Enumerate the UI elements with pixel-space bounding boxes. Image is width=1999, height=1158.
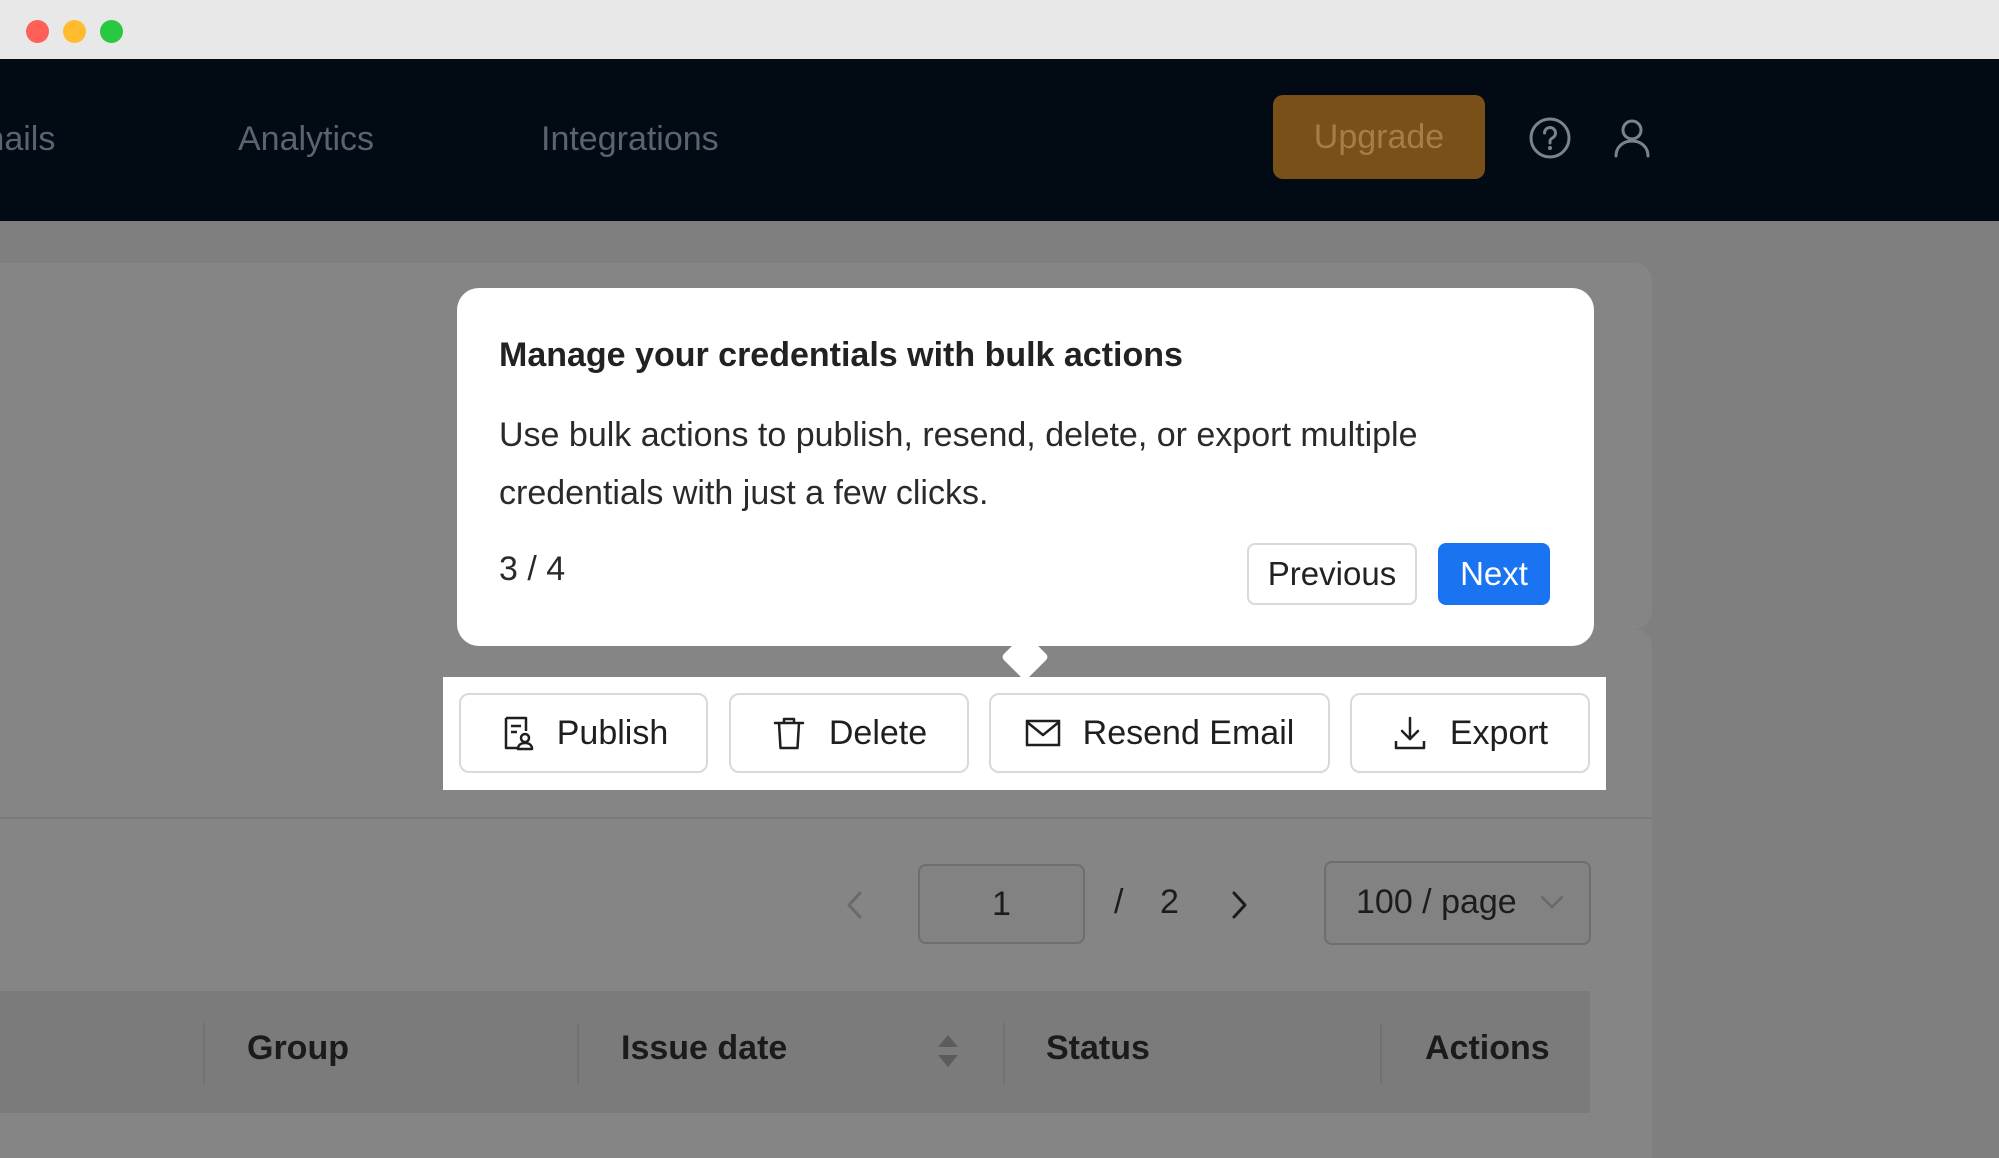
resend-email-button[interactable]: Resend Email	[989, 693, 1330, 773]
nav-item-integrations[interactable]: Integrations	[541, 119, 719, 159]
publish-label: Publish	[556, 713, 669, 752]
download-icon	[1394, 716, 1426, 750]
total-pages: 2	[1160, 883, 1179, 921]
nav-item-emails[interactable]: mails	[0, 119, 55, 159]
column-header-group[interactable]: Group	[247, 1029, 349, 1068]
page-size-value: 100 / page	[1356, 883, 1517, 921]
column-separator	[203, 1023, 205, 1083]
bulk-actions-bar: Publish Delete Resend Email Export	[443, 677, 1606, 790]
next-page-icon[interactable]	[1224, 887, 1254, 923]
resend-email-label: Resend Email	[1082, 713, 1295, 752]
tour-previous-button[interactable]: Previous	[1247, 543, 1417, 605]
column-header-status[interactable]: Status	[1046, 1029, 1150, 1068]
page-size-select[interactable]: 100 / page	[1324, 861, 1591, 945]
previous-page-icon[interactable]	[840, 887, 870, 923]
column-separator	[577, 1023, 579, 1083]
column-header-actions: Actions	[1425, 1029, 1550, 1067]
tour-description: Use bulk actions to publish, resend, del…	[499, 416, 1418, 512]
trash-icon	[773, 717, 805, 750]
column-separator	[1003, 1023, 1005, 1083]
app-window: mails Analytics Integrations Upgrade 1 /…	[0, 0, 1999, 1158]
export-button[interactable]: Export	[1350, 693, 1590, 773]
nav-item-analytics[interactable]: Analytics	[238, 119, 374, 159]
publish-button[interactable]: Publish	[459, 693, 708, 773]
page-separator: /	[1114, 883, 1124, 921]
delete-label: Delete	[828, 713, 928, 752]
window-titlebar	[0, 0, 1999, 59]
top-navbar: mails Analytics Integrations Upgrade	[0, 59, 1999, 221]
publish-document-icon	[504, 716, 533, 751]
sort-icon[interactable]	[935, 1031, 961, 1071]
maximize-window-button[interactable]	[100, 20, 123, 43]
chevron-down-icon	[1540, 895, 1564, 909]
column-separator	[1380, 1023, 1382, 1083]
tour-popover: Manage your credentials with bulk action…	[457, 288, 1594, 646]
minimize-window-button[interactable]	[63, 20, 86, 43]
delete-button[interactable]: Delete	[729, 693, 969, 773]
table-header: Group Issue date Status Actions	[0, 991, 1590, 1113]
mail-icon	[1025, 719, 1060, 747]
section-divider	[0, 817, 1652, 819]
export-label: Export	[1449, 713, 1549, 752]
help-circle-icon[interactable]	[1526, 114, 1574, 162]
column-header-issue-date[interactable]: Issue date	[621, 1029, 787, 1068]
close-window-button[interactable]	[26, 20, 49, 43]
tour-next-button[interactable]: Next	[1438, 543, 1550, 605]
page-number-input[interactable]: 1	[918, 864, 1085, 944]
tour-title: Manage your credentials with bulk action…	[499, 336, 1183, 374]
user-icon[interactable]	[1608, 114, 1656, 162]
tour-step-counter: 3 / 4	[499, 550, 566, 588]
upgrade-button[interactable]: Upgrade	[1273, 95, 1485, 179]
